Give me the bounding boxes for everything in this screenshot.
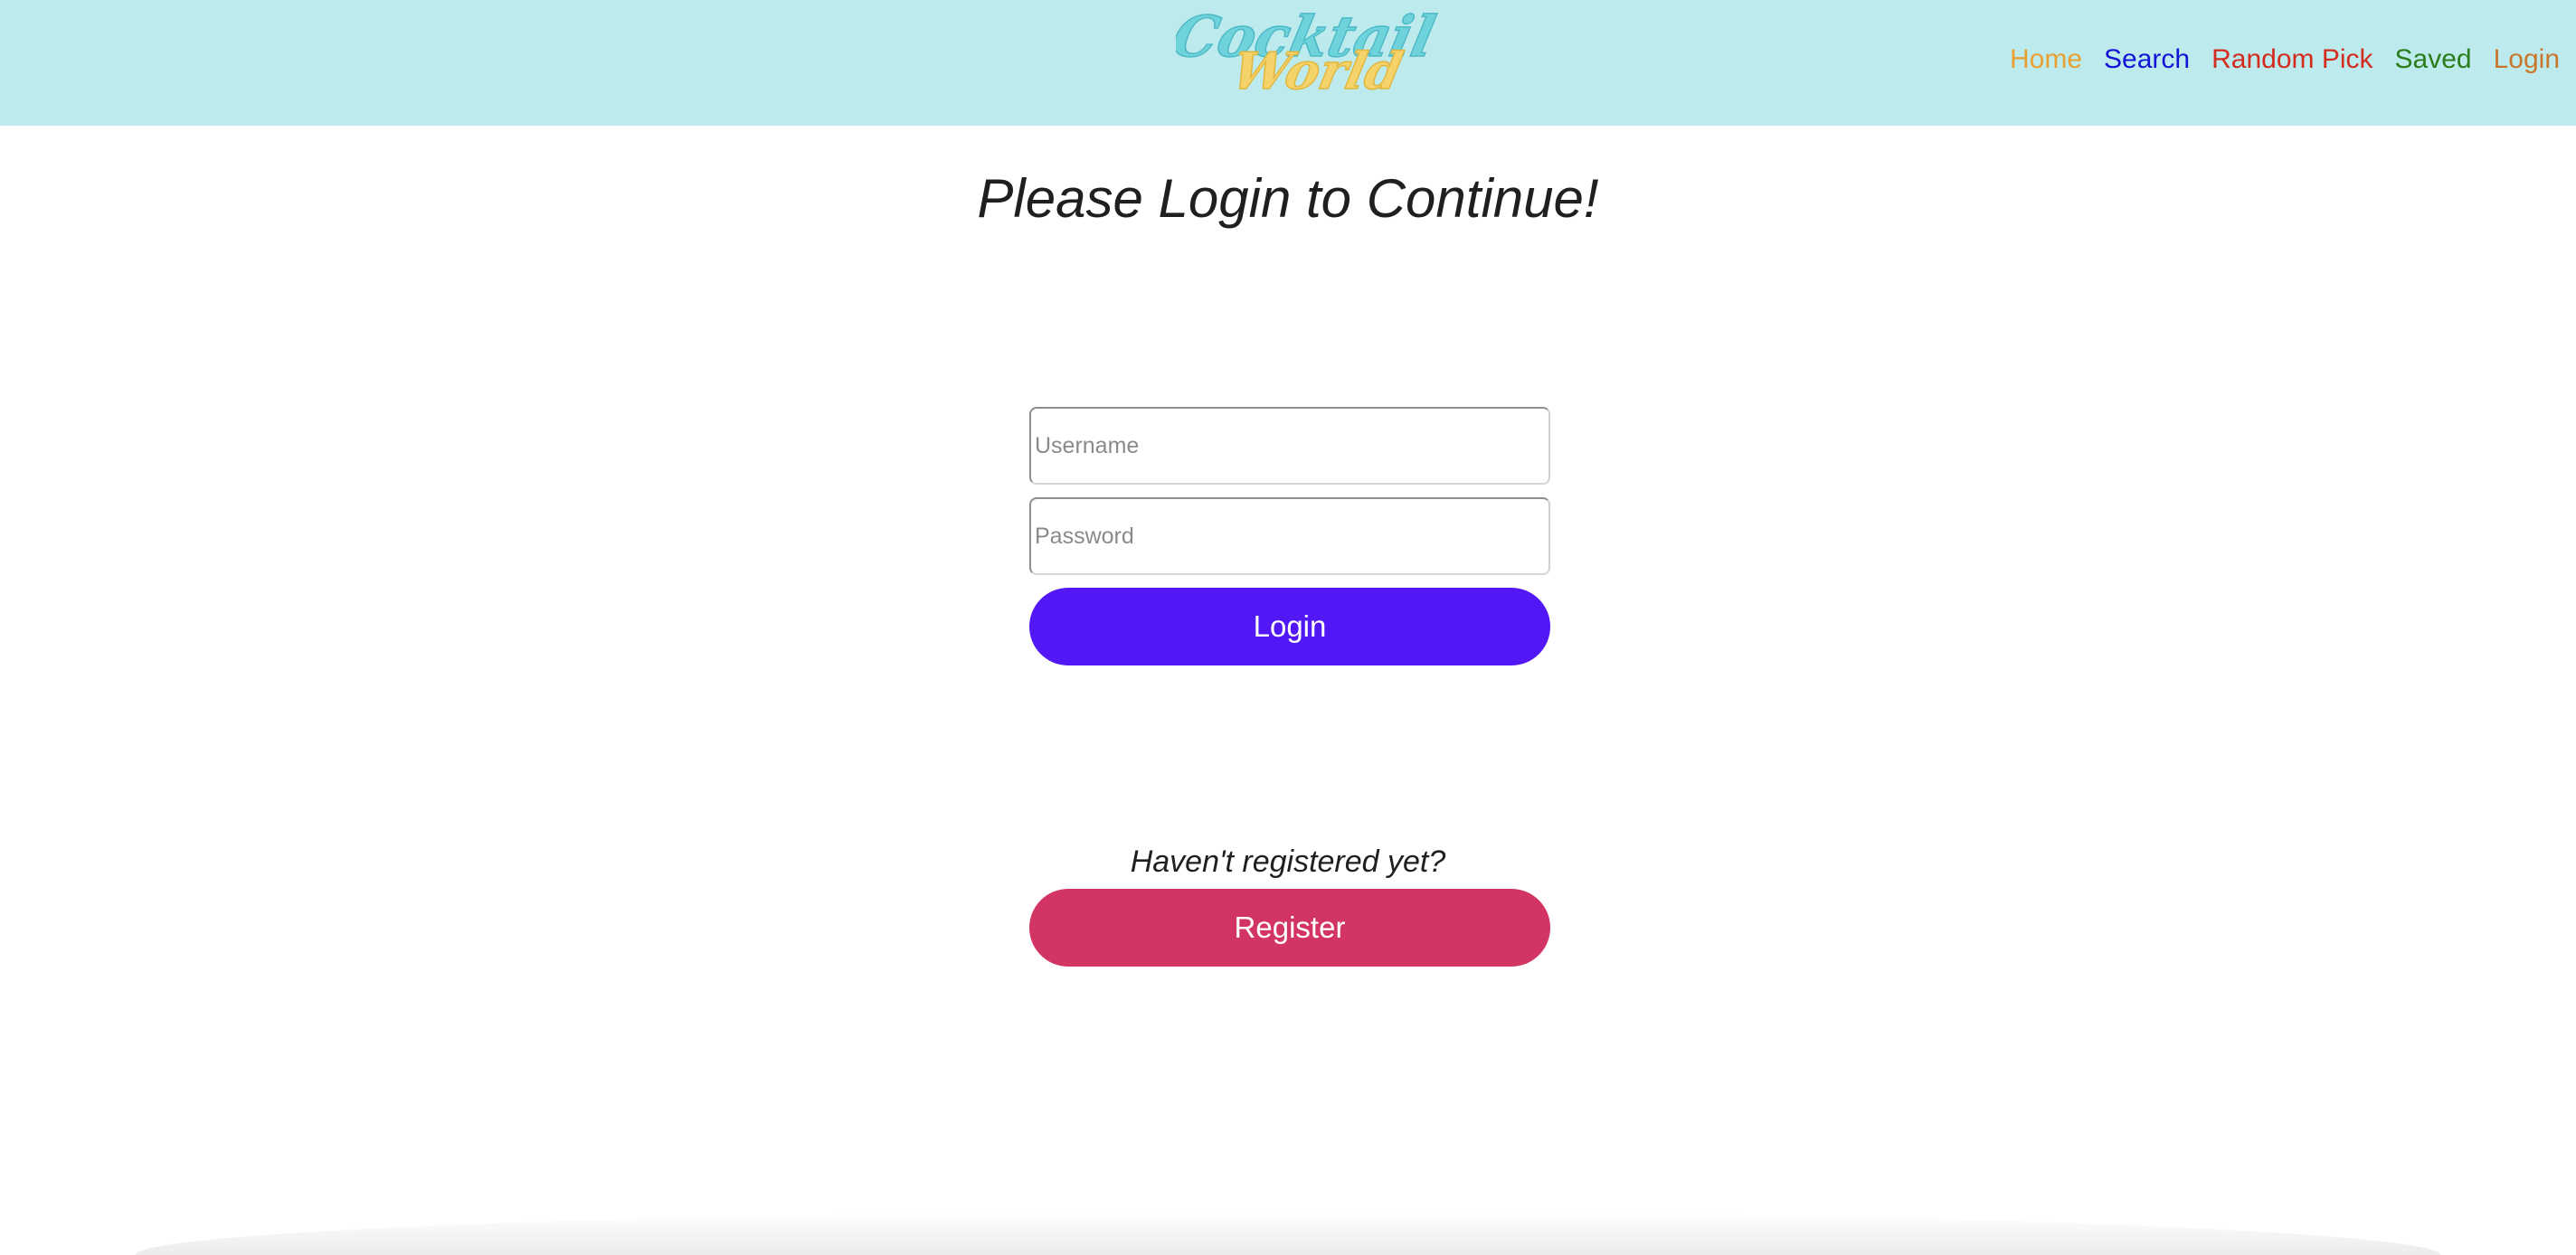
username-input[interactable] <box>1029 407 1550 485</box>
password-input[interactable] <box>1029 497 1550 575</box>
main-nav: Home Search Random Pick Saved Login <box>2010 40 2560 80</box>
nav-saved-link[interactable]: Saved <box>2395 40 2472 80</box>
nav-home-link[interactable]: Home <box>2010 40 2082 80</box>
page-title: Please Login to Continue! <box>977 168 1599 229</box>
register-prompt: Haven't registered yet? <box>1130 845 1446 879</box>
cocktail-world-logo[interactable]: Cocktail World <box>1176 2 1447 101</box>
nav-random-pick-link[interactable]: Random Pick <box>2211 40 2372 80</box>
svg-text:World: World <box>1227 42 1407 101</box>
login-button[interactable]: Login <box>1029 588 1550 665</box>
nav-login-link[interactable]: Login <box>2494 40 2560 80</box>
footer-shadow <box>136 1212 2440 1255</box>
nav-search-link[interactable]: Search <box>2104 40 2190 80</box>
login-form: Login <box>1029 407 1550 665</box>
top-navbar: Cocktail World Home Search Random Pick S… <box>0 0 2576 126</box>
register-button[interactable]: Register <box>1029 889 1550 967</box>
